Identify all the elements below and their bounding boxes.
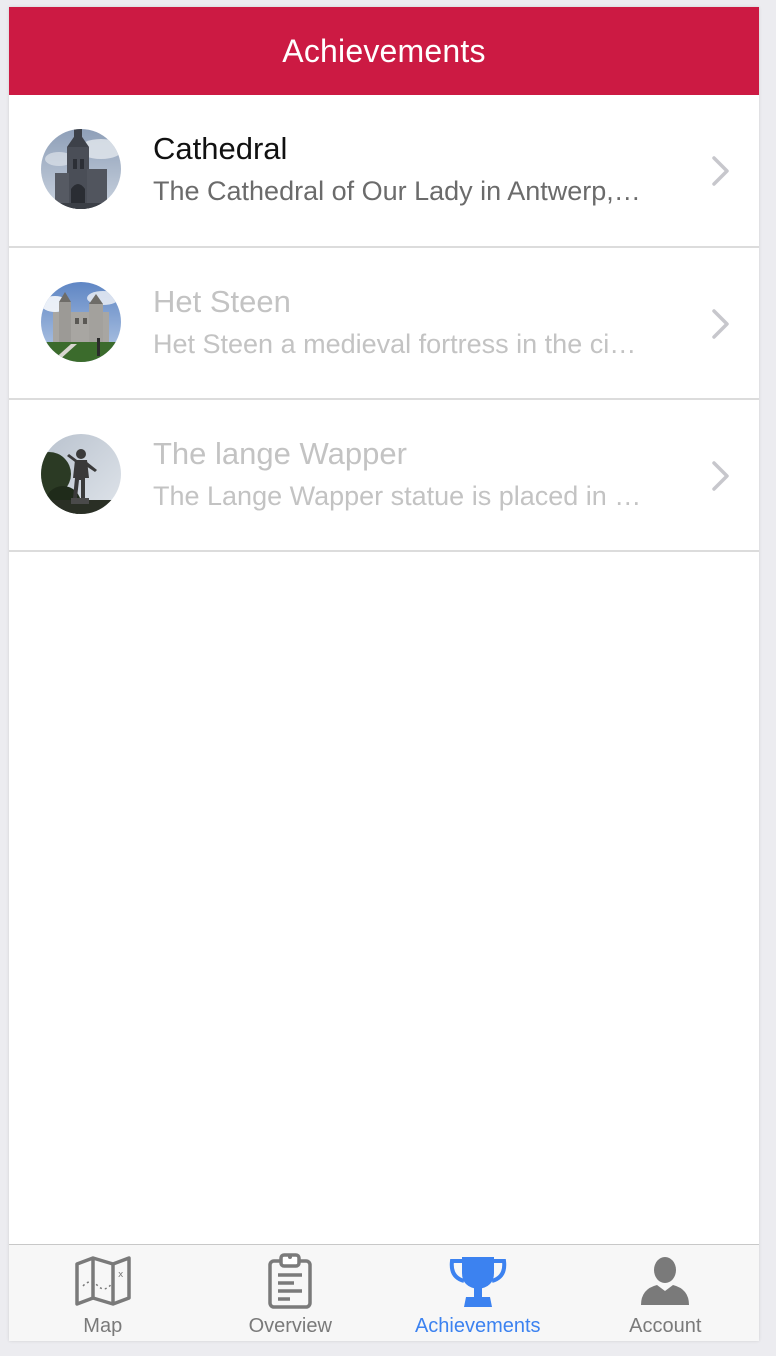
achievement-description: The Cathedral of Our Lady in Antwerp, Be… — [153, 176, 643, 206]
achievement-row-het-steen[interactable]: Het Steen Het Steen a medieval fortress … — [9, 248, 759, 400]
achievement-text: Het Steen Het Steen a medieval fortress … — [153, 284, 653, 360]
tab-map[interactable]: x Map — [9, 1245, 197, 1341]
chevron-right-icon — [712, 156, 729, 186]
tab-label: Map — [83, 1315, 123, 1337]
statue-photo-thumbnail — [41, 434, 121, 514]
achievement-title: Het Steen — [153, 284, 291, 319]
achievement-description: Het Steen a medieval fortress in the cit… — [153, 329, 643, 359]
tab-label: Achievements — [414, 1315, 541, 1337]
tab-label: Account — [629, 1315, 702, 1337]
tab-achievements[interactable]: Achievements — [384, 1245, 572, 1341]
chevron-right-icon — [712, 461, 729, 491]
trophy-icon — [446, 1253, 510, 1309]
cathedral-photo-thumbnail — [41, 129, 121, 209]
achievement-title: The lange Wapper — [153, 436, 407, 471]
user-icon — [633, 1253, 697, 1309]
achievement-row-cathedral[interactable]: Cathedral The Cathedral of Our Lady in A… — [9, 95, 759, 248]
tab-account[interactable]: Account — [572, 1245, 760, 1341]
achievement-text: The lange Wapper The Lange Wapper statue… — [153, 436, 653, 512]
castle-photo-thumbnail — [41, 282, 121, 362]
achievement-title: Cathedral — [153, 131, 288, 166]
app-screen: Achievements Cathedral The Cathedral of … — [9, 7, 759, 1341]
tab-label: Overview — [248, 1315, 332, 1337]
clipboard-icon — [258, 1253, 322, 1309]
achievement-row-lange-wapper[interactable]: The lange Wapper The Lange Wapper statue… — [9, 400, 759, 552]
chevron-right-icon — [712, 309, 729, 339]
map-icon: x — [71, 1253, 135, 1309]
page-title: Achievements — [282, 32, 486, 69]
tab-overview[interactable]: Overview — [197, 1245, 385, 1341]
nav-bar: Achievements — [9, 7, 759, 95]
achievement-text: Cathedral The Cathedral of Our Lady in A… — [153, 131, 653, 207]
achievement-description: The Lange Wapper statue is placed in fro… — [153, 481, 643, 511]
svg-text:x: x — [118, 1270, 124, 1280]
achievements-list: Cathedral The Cathedral of Our Lady in A… — [9, 95, 759, 552]
tab-bar: x Map Overview Achievements Account — [9, 1244, 759, 1341]
